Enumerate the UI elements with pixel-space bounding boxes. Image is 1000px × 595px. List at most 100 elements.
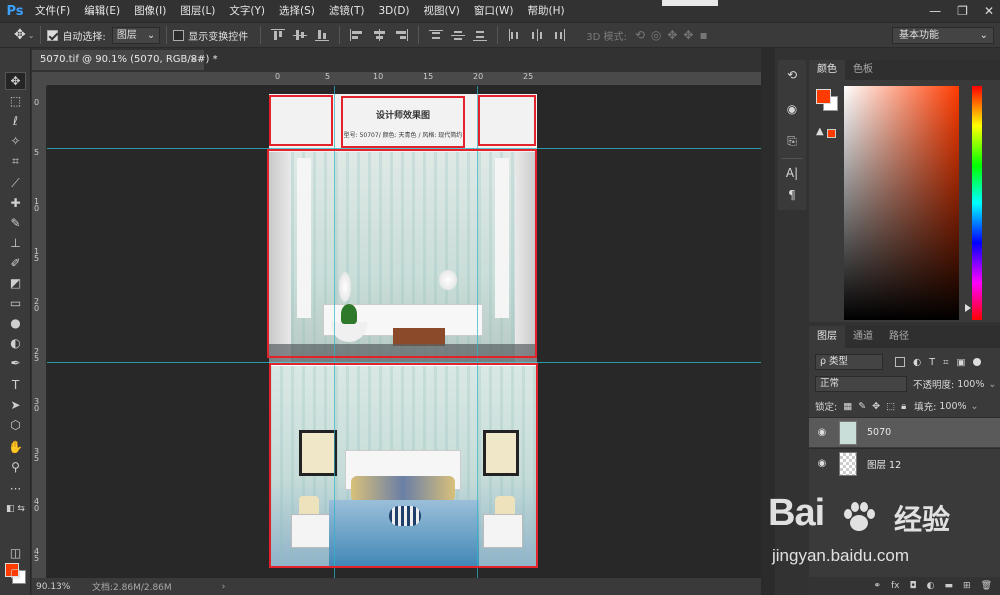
tool-preset-chevron-icon[interactable]: ⌄: [28, 31, 35, 40]
menu-type[interactable]: 文字(Y): [222, 0, 272, 22]
mask-icon[interactable]: ◘: [910, 581, 917, 591]
filter-toggle-icon[interactable]: [973, 358, 982, 366]
crop-tool-icon[interactable]: ⌗: [5, 152, 26, 170]
filter-smart-object-icon[interactable]: ▣: [956, 357, 965, 368]
tab-color[interactable]: 颜色: [809, 60, 845, 80]
filter-type-icon[interactable]: T: [929, 357, 935, 368]
filter-adjustment-icon[interactable]: ◐: [913, 357, 921, 368]
menu-file[interactable]: 文件(F): [28, 0, 77, 22]
distribute-hcenter-icon[interactable]: [530, 29, 544, 41]
blur-tool-icon[interactable]: ●: [5, 314, 26, 332]
menu-edit[interactable]: 编辑(E): [77, 0, 127, 22]
marquee-tool-icon[interactable]: ⬚: [5, 92, 26, 110]
lasso-tool-icon[interactable]: ℓ: [5, 112, 26, 130]
show-transform-checkbox[interactable]: [173, 29, 185, 41]
hand-tool-icon[interactable]: ✋: [5, 438, 26, 456]
vertical-scrollbar[interactable]: [761, 48, 775, 595]
default-colors-icon[interactable]: ◧ ⇆: [5, 500, 26, 518]
opacity-value[interactable]: 100%: [957, 379, 984, 390]
align-left-icon[interactable]: [350, 29, 364, 41]
gradient-tool-icon[interactable]: ▭: [5, 294, 26, 312]
auto-select-checkbox[interactable]: [47, 29, 59, 41]
chevron-down-icon[interactable]: ⌄: [988, 379, 996, 390]
character-panel-icon[interactable]: A|: [783, 164, 801, 182]
history-brush-tool-icon[interactable]: ✐: [5, 254, 26, 272]
healing-brush-tool-icon[interactable]: ✚: [5, 194, 26, 212]
properties-panel-icon[interactable]: ◉: [783, 100, 801, 118]
hue-slider[interactable]: [972, 86, 982, 320]
menu-image[interactable]: 图像(I): [127, 0, 173, 22]
more-tools-icon[interactable]: ···: [5, 480, 26, 498]
menu-view[interactable]: 视图(V): [417, 0, 467, 22]
canvas-area[interactable]: 设计师效果图 型号: 50707/ 颜色: 天青色 / 风格: 现代简约: [47, 86, 761, 578]
paragraph-panel-icon[interactable]: ¶: [783, 186, 801, 204]
type-tool-icon[interactable]: T: [5, 376, 26, 394]
distribute-bottom-icon[interactable]: [473, 29, 488, 41]
eyedropper-tool-icon[interactable]: ⟋: [5, 174, 26, 192]
layer-filter-dropdown[interactable]: ρ 类型: [815, 354, 883, 370]
zoom-tool-icon[interactable]: ⚲: [5, 458, 26, 476]
filter-pixel-icon[interactable]: [895, 357, 905, 367]
foreground-color-swatch[interactable]: [816, 89, 831, 104]
document-tab[interactable]: 5070.tif @ 90.1% (5070, RGB/8#) * ×: [32, 50, 218, 70]
vertical-ruler[interactable]: 0 5 1 0 1 5 2 0 2 5 3 0 3 5 4 0 4 5: [32, 86, 47, 578]
horizontal-ruler[interactable]: 0 5 10 15 20 25: [47, 72, 761, 86]
shape-tool-icon[interactable]: ⬡: [5, 416, 26, 434]
new-layer-icon[interactable]: ⊞: [963, 581, 971, 591]
quick-mask-icon[interactable]: ◫: [5, 544, 26, 562]
layer-row[interactable]: ◉ 5070: [809, 417, 1000, 447]
move-tool-icon[interactable]: ✥: [14, 27, 26, 43]
adjustments-panel-icon[interactable]: ⎘: [783, 132, 801, 150]
move-tool-icon[interactable]: ✥: [5, 72, 26, 90]
lock-position-icon[interactable]: ✥: [872, 401, 880, 412]
lock-image-icon[interactable]: ✎: [858, 401, 866, 412]
fx-icon[interactable]: fx: [891, 581, 900, 591]
clone-stamp-tool-icon[interactable]: ⊥: [5, 234, 26, 252]
history-panel-icon[interactable]: ⟲: [783, 66, 801, 84]
distribute-vcenter-icon[interactable]: [451, 29, 466, 41]
brush-tool-icon[interactable]: ✎: [5, 214, 26, 232]
layer-row[interactable]: ◉ 图层 12: [809, 448, 1000, 478]
eye-icon[interactable]: ◉: [815, 458, 829, 469]
minimize-button[interactable]: —: [929, 4, 941, 18]
close-button[interactable]: ✕: [984, 4, 994, 18]
align-bottom-icon[interactable]: [315, 29, 330, 41]
restore-button[interactable]: ❐: [957, 4, 968, 18]
filter-shape-icon[interactable]: ⌗: [943, 357, 948, 368]
color-field[interactable]: [844, 86, 959, 320]
align-hcenter-icon[interactable]: [372, 29, 386, 41]
3d-tools-icons[interactable]: ⟲◎✥✥▪: [635, 28, 714, 42]
menu-window[interactable]: 窗口(W): [467, 0, 521, 22]
dodge-tool-icon[interactable]: ◐: [5, 334, 26, 352]
distribute-left-icon[interactable]: [508, 29, 522, 41]
menu-3d[interactable]: 3D(D): [371, 0, 416, 22]
magic-wand-tool-icon[interactable]: ✧: [5, 132, 26, 150]
trash-icon[interactable]: 🗑︎: [981, 581, 992, 591]
menu-layer[interactable]: 图层(L): [173, 0, 222, 22]
eraser-tool-icon[interactable]: ◩: [5, 274, 26, 292]
menu-select[interactable]: 选择(S): [272, 0, 322, 22]
close-icon[interactable]: ×: [190, 50, 198, 70]
screen-mode-icon[interactable]: ▢: [5, 564, 26, 582]
folder-icon[interactable]: ▬: [945, 581, 954, 591]
auto-select-target-dropdown[interactable]: 图层 ⌄: [111, 26, 161, 44]
adjustment-icon[interactable]: ◐: [927, 581, 935, 591]
status-menu-chevron-icon[interactable]: ›: [222, 582, 226, 592]
menu-help[interactable]: 帮助(H): [521, 0, 572, 22]
menu-filter[interactable]: 滤镜(T): [322, 0, 372, 22]
lock-all-icon[interactable]: 🔒︎: [901, 401, 906, 412]
fill-value[interactable]: 100%: [939, 401, 966, 412]
lock-transparent-icon[interactable]: ▦: [843, 401, 852, 412]
gamut-warning-icon[interactable]: ▲: [816, 126, 824, 137]
zoom-level[interactable]: 90.13%: [32, 582, 92, 592]
align-vcenter-icon[interactable]: [293, 29, 308, 41]
link-icon[interactable]: ⚭: [873, 581, 881, 591]
blend-mode-dropdown[interactable]: 正常: [815, 376, 907, 392]
chevron-down-icon[interactable]: ⌄: [971, 401, 979, 412]
tab-paths[interactable]: 路径: [881, 326, 917, 348]
gamut-warning-swatch[interactable]: [827, 129, 836, 138]
tab-swatches[interactable]: 色板: [845, 60, 881, 80]
workspace-dropdown[interactable]: 基本功能 ⌄: [892, 27, 994, 44]
pen-tool-icon[interactable]: ✒: [5, 354, 26, 372]
eye-icon[interactable]: ◉: [815, 427, 829, 438]
